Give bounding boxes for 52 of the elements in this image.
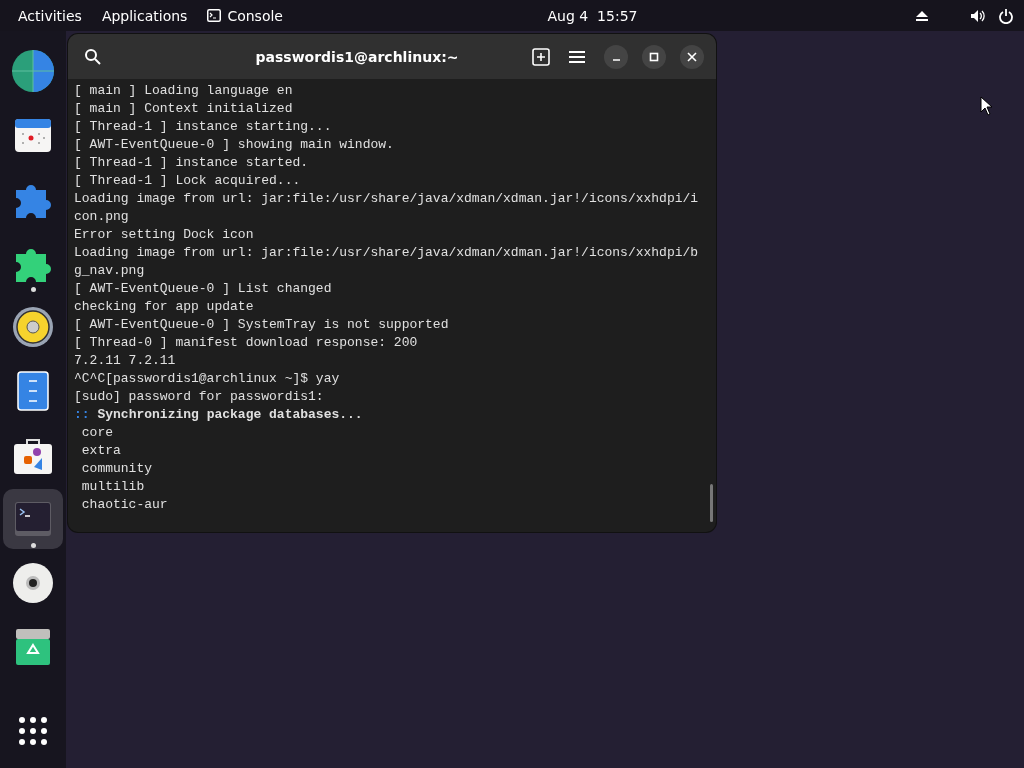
window-title: passwordis1@archlinux:~: [254, 48, 460, 65]
close-icon: [687, 51, 697, 62]
scrollbar[interactable]: [710, 484, 713, 522]
plus-icon: [532, 47, 550, 66]
terminal-line: Loading image from url: jar:file:/usr/share/java/xdman/xdman.jar!/icons/xxhdpi/b: [74, 244, 700, 262]
running-indicator: [30, 543, 36, 548]
maximize-button[interactable]: [642, 44, 666, 69]
calendar-icon: [14, 116, 52, 154]
menu-icon: [568, 49, 586, 64]
terminal-line: ^C^C[passwordis1@archlinux ~]$ yay: [74, 370, 341, 388]
speaker-icon: [12, 306, 54, 348]
terminal-line: extra: [80, 442, 122, 460]
terminal-line: [ AWT-EventQueue-0 ] List changed: [74, 280, 333, 298]
terminal-line: [ Thread-0 ] manifest download response: 200: [74, 334, 419, 352]
power-icon[interactable]: [998, 7, 1014, 24]
disc-icon: [12, 562, 54, 604]
app-menu[interactable]: Console: [197, 7, 293, 24]
mouse-pointer-icon: [980, 96, 994, 116]
terminal-line: chaotic-aur: [80, 496, 169, 514]
activities-button[interactable]: Activities: [8, 7, 92, 24]
terminal-line: con.png: [74, 208, 130, 226]
close-button[interactable]: [680, 44, 704, 69]
file-cabinet-icon: [17, 371, 49, 411]
terminal-line: community: [80, 460, 153, 478]
globe-icon: [11, 49, 55, 93]
terminal-line: [ AWT-EventQueue-0 ] SystemTray is not supported: [74, 316, 450, 334]
terminal-line: multilib: [80, 478, 146, 496]
terminal-line: Error setting Dock icon: [74, 226, 255, 244]
terminal-line: [ main ] Loading language en: [74, 82, 294, 100]
clock[interactable]: Aug 4 15:57: [547, 7, 638, 24]
terminal-icon: [207, 9, 222, 22]
terminal-line: [sudo] password for passwordis1:: [74, 388, 325, 406]
app-grid-icon[interactable]: [18, 716, 48, 746]
minimize-button[interactable]: [604, 44, 628, 69]
applications-menu[interactable]: Applications: [91, 7, 198, 24]
terminal-line: [ Thread-1 ] instance started.: [74, 154, 310, 172]
terminal-line: [ Thread-1 ] instance starting...: [74, 118, 333, 136]
running-indicator: [30, 287, 36, 292]
terminal-line: [ main ] Context initialized: [74, 100, 294, 118]
recycle-bin-icon: [14, 627, 52, 667]
terminal-line: :: Synchronizing package databases...: [74, 406, 364, 424]
terminal-line: [ AWT-EventQueue-0 ] showing main window.: [74, 136, 395, 154]
terminal-line: g_nav.png: [74, 262, 146, 280]
terminal-line: [ Thread-1 ] Lock acquired...: [74, 172, 302, 190]
terminal-line: 7.2.11 7.2.11: [74, 352, 177, 370]
terminal-line: Loading image from url: jar:file:/usr/share/java/xdman/xdman.jar!/icons/xxhdpi/i: [74, 190, 700, 208]
maximize-icon: [649, 51, 659, 62]
terminal-line: core: [80, 424, 114, 442]
minimize-icon: [612, 58, 620, 61]
terminal-icon: [14, 500, 52, 538]
terminal-line: checking for app update: [74, 298, 255, 316]
search-icon: [84, 47, 102, 66]
